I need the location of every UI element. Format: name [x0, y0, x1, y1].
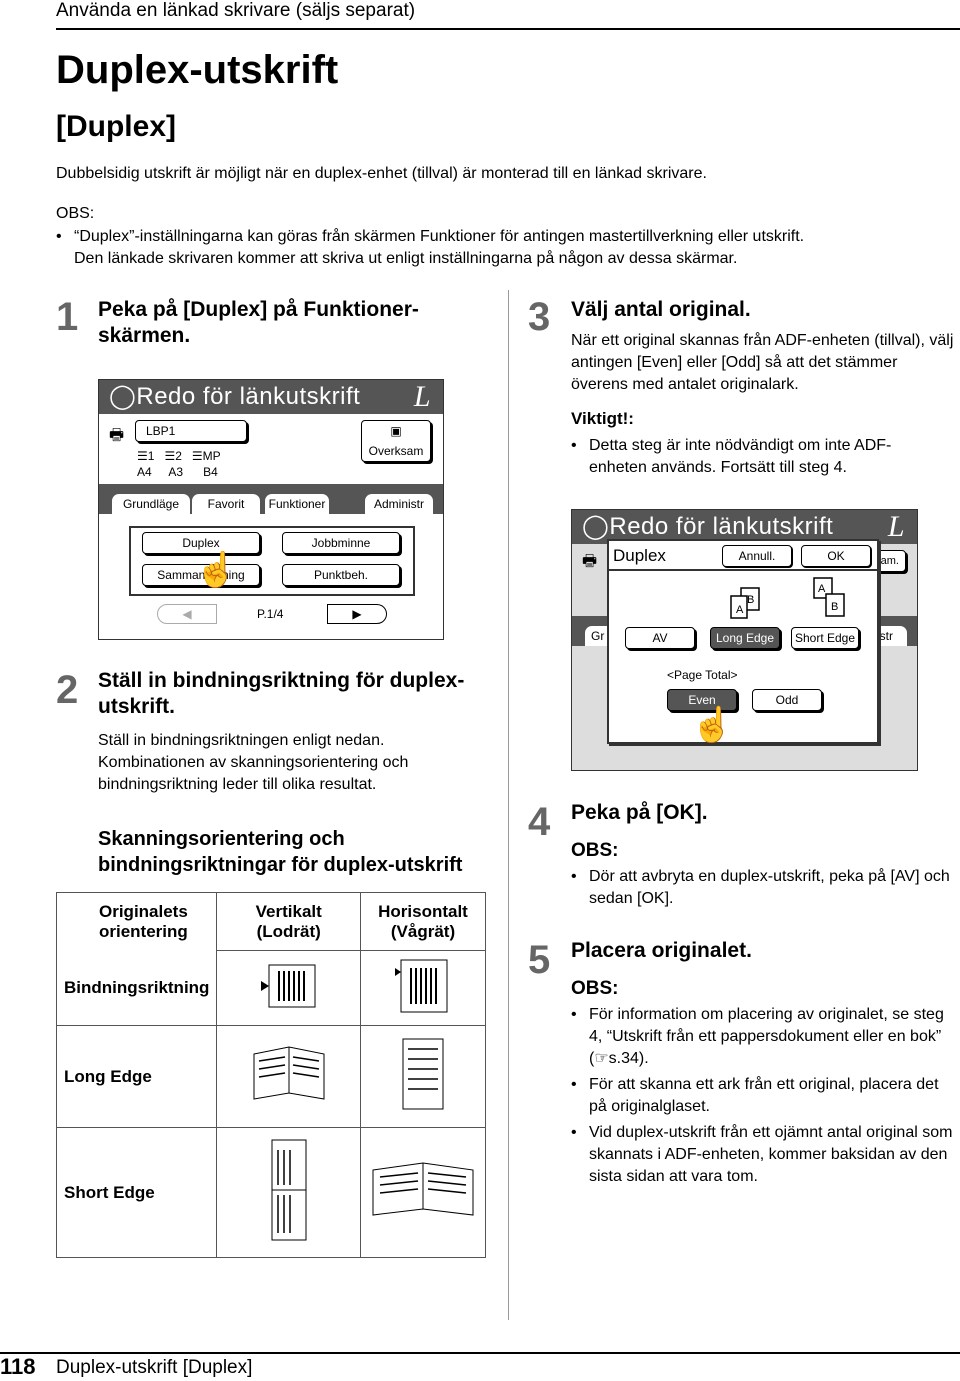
step-title: Peka på [Duplex] på Funktioner-skärmen. — [98, 298, 419, 347]
av-button[interactable]: AV — [625, 627, 695, 649]
obs-label: OBS: — [571, 978, 619, 999]
pad-vertical-icon — [216, 1127, 361, 1258]
punktbeh-button[interactable]: Punktbeh. — [282, 564, 400, 586]
obs-label: OBS: — [571, 840, 619, 861]
duplex-dialog: Duplex Annull. OK AB AB AV Long Edge Sho… — [607, 539, 879, 744]
svg-text:A: A — [818, 583, 826, 595]
dialog-title: Duplex — [613, 546, 666, 565]
step-title: Placera originalet. — [571, 939, 752, 962]
tab-administr[interactable]: Administr — [364, 493, 434, 514]
col-header: Vertikalt (Lodrät) — [216, 892, 361, 951]
long-edge-button[interactable]: Long Edge — [710, 627, 780, 649]
footer-title: Duplex-utskrift [Duplex] — [56, 1357, 253, 1378]
page-number: 118 — [0, 1354, 36, 1379]
book-horizontal-icon — [360, 1127, 486, 1258]
tab-favorit[interactable]: Favorit — [191, 493, 261, 514]
horizontal-original-icon — [360, 950, 486, 1026]
page-title: Duplex-utskrift — [56, 48, 339, 92]
orientation-table: Originalets orientering Vertikalt (Lodrä… — [55, 892, 486, 1258]
printer-icon: 🖶 — [582, 553, 598, 570]
step-number: 2 — [56, 668, 79, 712]
printer-icon: 🖶 — [109, 427, 125, 444]
step-title: Peka på [OK]. — [571, 801, 708, 824]
ok-button[interactable]: OK — [801, 545, 871, 567]
svg-text:B: B — [747, 594, 754, 606]
tab-grundlage[interactable]: Grundläge — [111, 493, 191, 514]
step-body: När ett original skannas från ADF-enhete… — [571, 332, 954, 393]
screen-duplex: ◯Redo för länkutskriftL 🖶 sam. Gr istr P… — [571, 509, 918, 771]
step-number: 5 — [528, 938, 551, 982]
odd-button[interactable]: Odd — [752, 689, 822, 711]
page-subtitle: [Duplex] — [56, 110, 176, 143]
table-corner: Originalets orientering — [55, 892, 218, 951]
svg-text:B: B — [831, 601, 838, 613]
short-edge-button[interactable]: Short Edge — [791, 627, 859, 649]
running-header: Använda en länkad skrivare (säljs separa… — [56, 0, 416, 21]
obs-item: För att skanna ett ark från ett original… — [571, 1074, 956, 1118]
step-title: Ställ in bindningsriktning för duplex-ut… — [98, 669, 465, 718]
next-page-button[interactable]: ▶ — [327, 604, 387, 624]
screen-status-bar: ◯Redo för länkutskrift L — [99, 380, 443, 414]
step-number: 1 — [56, 295, 79, 339]
obs-list: “Duplex”-inställningarna kan göras från … — [56, 226, 936, 270]
vertical-original-icon — [216, 950, 361, 1026]
page-total-label: <Page Total> — [667, 668, 738, 682]
short-edge-icon: AB — [813, 577, 845, 617]
page-indicator: P.1/4 — [257, 607, 284, 621]
row-header: Bindningsriktning — [55, 950, 218, 1026]
column-divider — [508, 290, 509, 1320]
tab-bar: Grundläge Favorit Funktioner Administr — [99, 484, 443, 514]
intro: Dubbelsidig utskrift är möjligt när en d… — [56, 165, 707, 182]
obs-label: OBS: — [56, 205, 95, 222]
hand-pointer-icon: ☝ — [195, 551, 238, 589]
book-icon — [216, 1025, 361, 1128]
obs-item: “Duplex”-inställningarna kan göras från … — [56, 226, 936, 270]
obs-item: Dör att avbryta en duplex-utskrift, peka… — [571, 866, 956, 910]
tray-info: ☰1 ☰2 ☰MP A4 A3 B4 — [137, 449, 221, 479]
row-label-short-edge: Short Edge — [55, 1127, 218, 1258]
tab-funktioner[interactable]: Funktioner — [264, 493, 330, 514]
footer-rule — [0, 1352, 960, 1354]
step-title: Välj antal original. — [571, 298, 751, 321]
long-edge-icon: AB — [730, 587, 760, 619]
obs-item: För information om placering av original… — [571, 1004, 956, 1070]
cancel-button[interactable]: Annull. — [722, 545, 792, 567]
pad-icon — [360, 1025, 486, 1128]
prev-page-button[interactable]: ◀ — [157, 604, 217, 624]
printer-select-button[interactable]: LBP1 — [135, 420, 247, 442]
table-title: Skanningsorientering och bindningsriktni… — [98, 828, 463, 876]
hand-pointer-icon: ☝ — [691, 706, 734, 744]
overview-button[interactable]: ▣ Overksam — [361, 420, 431, 462]
tray-icon: ☰ — [137, 449, 148, 463]
row-label-long-edge: Long Edge — [55, 1025, 218, 1128]
step-body: Ställ in bindningsriktningen enligt neda… — [98, 732, 409, 793]
important-label: Viktigt!: — [571, 409, 634, 428]
step-number: 4 — [528, 800, 551, 844]
important-list: Detta steg är inte nödvändigt om inte AD… — [571, 435, 941, 479]
header-rule — [56, 28, 960, 30]
jobbminne-button[interactable]: Jobbminne — [282, 532, 400, 554]
obs-item: Vid duplex-utskrift från ett ojämnt anta… — [571, 1122, 956, 1188]
col-header: Horisontalt (Vågrät) — [360, 892, 486, 951]
svg-text:A: A — [736, 604, 744, 616]
step-number: 3 — [528, 295, 551, 339]
screen-functions: ◯Redo för länkutskrift L 🖶 LBP1 ▣ Overksa… — [98, 379, 444, 640]
